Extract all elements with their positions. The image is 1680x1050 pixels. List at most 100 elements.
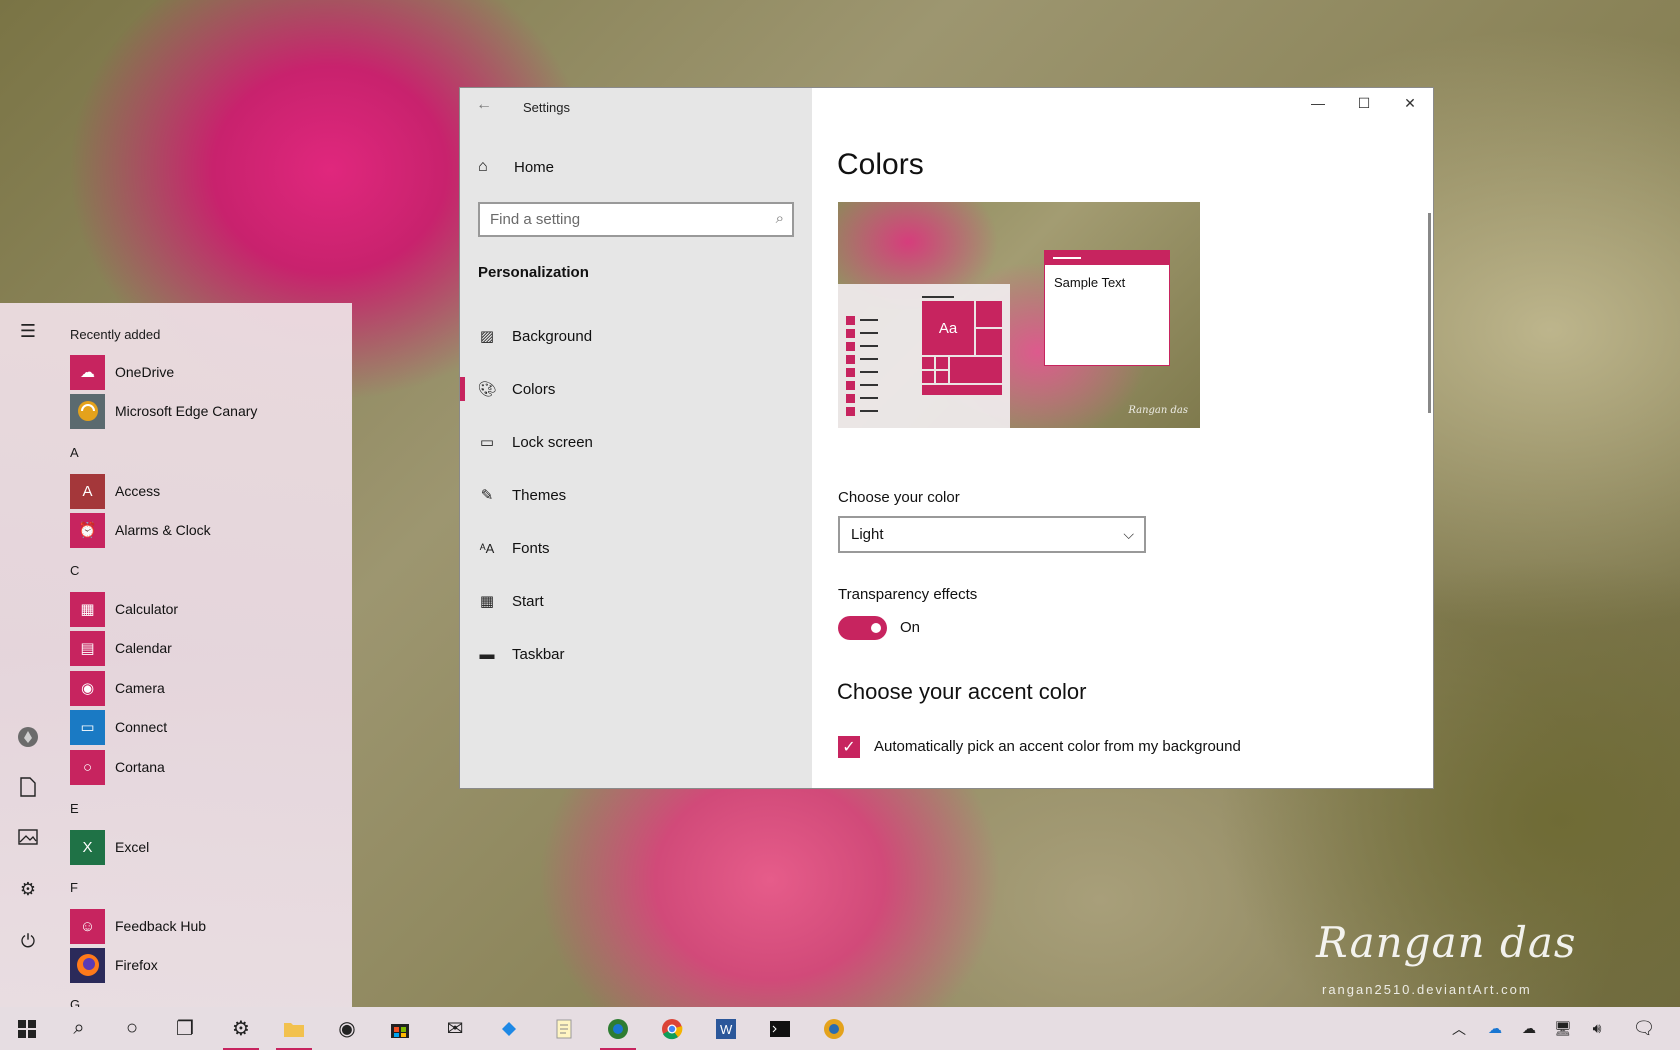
nav-item-label: Background <box>512 327 593 345</box>
user-avatar-icon[interactable] <box>16 725 40 749</box>
app-calculator[interactable]: ▦ Calculator <box>70 591 340 627</box>
action-center-icon[interactable]: 🗨︎ <box>1627 1007 1661 1050</box>
app-alarms-clock[interactable]: ⏰ Alarms & Clock <box>70 512 340 548</box>
preview-sample-text: Sample Text <box>1054 275 1126 290</box>
edge-canary-icon[interactable] <box>810 1007 858 1050</box>
fonts-icon: ᴬA <box>479 540 495 556</box>
settings-nav-pane: ← Settings ⌂ Home ⌕ Personalization ▨ Ba… <box>460 88 812 788</box>
store-icon[interactable] <box>376 1007 424 1050</box>
nav-item-label: Lock screen <box>512 433 593 451</box>
scrollbar[interactable] <box>1428 213 1431 413</box>
excel-icon: X <box>70 829 105 865</box>
app-name: Firefox <box>115 957 158 973</box>
edge-dev-icon[interactable] <box>594 1007 642 1050</box>
app-name: Access <box>115 483 161 499</box>
pictures-icon[interactable] <box>16 825 40 849</box>
maximize-button[interactable]: ☐ <box>1341 88 1387 118</box>
app-firefox[interactable]: Firefox <box>70 947 340 983</box>
cortana-circle-icon[interactable]: ○ <box>108 1007 156 1050</box>
app-name: Microsoft Edge Canary <box>115 403 258 419</box>
transparency-label: Transparency effects <box>838 586 978 603</box>
documents-icon[interactable] <box>16 775 40 799</box>
app-name: Excel <box>115 839 150 855</box>
app-edge-canary[interactable]: Microsoft Edge Canary <box>70 393 340 429</box>
settings-icon[interactable]: ⚙ <box>16 877 40 901</box>
settings-icon[interactable]: ⚙ <box>217 1007 265 1050</box>
terminal-icon[interactable] <box>756 1007 804 1050</box>
task-view-icon[interactable]: ❐ <box>161 1007 209 1050</box>
minimize-button[interactable]: — <box>1295 88 1341 118</box>
nav-item-colors[interactable]: 🎨︎ Colors <box>460 369 812 409</box>
onedrive-blue-icon[interactable]: ☁ <box>1478 1007 1512 1050</box>
app-cortana[interactable]: ○ Cortana <box>70 749 340 785</box>
toggle-state-label: On <box>900 619 921 636</box>
word-icon[interactable]: W <box>702 1007 750 1050</box>
nav-item-fonts[interactable]: ᴬA Fonts <box>460 528 812 568</box>
app-connect[interactable]: ▭ Connect <box>70 709 340 745</box>
group-header-g: G <box>70 997 81 1007</box>
feedback-hub-icon: ☺ <box>70 908 105 944</box>
preview-start-menu: Aa <box>838 284 1010 428</box>
hamburger-icon[interactable]: ☰ <box>16 319 40 343</box>
app-onedrive[interactable]: ☁ OneDrive <box>70 354 340 390</box>
camera-icon[interactable]: ◉ <box>323 1007 371 1050</box>
app-access[interactable]: A Access <box>70 473 340 509</box>
transparency-toggle[interactable] <box>838 616 887 640</box>
nav-item-start[interactable]: ▦ Start <box>460 581 812 621</box>
preview-window: Sample Text <box>1044 250 1170 366</box>
calculator-icon: ▦ <box>70 591 105 627</box>
windows-start-icon[interactable] <box>3 1007 51 1050</box>
notepad-icon[interactable] <box>540 1007 588 1050</box>
section-title: Personalization <box>478 264 589 281</box>
app-name: Feedback Hub <box>115 918 207 934</box>
onedrive-icon: ☁ <box>70 354 105 390</box>
wallpaper-site: rangan2510.deviantArt.com <box>1322 982 1532 997</box>
auto-accent-label: Automatically pick an accent color from … <box>874 738 1241 755</box>
app-calendar[interactable]: ▤ Calendar <box>70 630 340 666</box>
window-title: Settings <box>523 100 570 115</box>
app-list: Recently added ☁ OneDrive Microsoft Edge… <box>70 303 350 1007</box>
nav-item-themes[interactable]: ✎ Themes <box>460 475 812 515</box>
accent-heading: Choose your accent color <box>837 679 1087 704</box>
app-name: Calculator <box>115 601 179 617</box>
choose-color-dropdown[interactable]: Light ⌵ <box>838 516 1146 553</box>
settings-content: — ☐ ✕ Colors Aa Sample Text Rangan das C… <box>812 88 1433 788</box>
preview-signature: Rangan das <box>1128 405 1188 416</box>
chevron-up-icon[interactable]: ︿ <box>1442 1007 1476 1050</box>
power-icon[interactable]: ⏻ <box>16 929 40 953</box>
nav-home[interactable]: ⌂ Home <box>478 158 554 176</box>
app-camera[interactable]: ◉ Camera <box>70 670 340 706</box>
file-explorer-icon[interactable] <box>270 1007 318 1050</box>
preview-tile-text: Aa <box>938 319 958 337</box>
app-name: OneDrive <box>115 364 175 380</box>
brush-icon: ✎ <box>480 487 494 504</box>
app-excel[interactable]: X Excel <box>70 829 340 865</box>
start-menu: ☰ ⚙ ⏻ Recently added ☁ OneDrive Microsof… <box>0 303 352 1007</box>
auto-accent-checkbox[interactable]: ✓ <box>838 736 860 758</box>
app-feedback-hub[interactable]: ☺ Feedback Hub <box>70 908 340 944</box>
setting-search-box[interactable]: ⌕ <box>478 202 794 237</box>
svg-text:W: W <box>720 1022 733 1037</box>
network-icon[interactable]: 🖥︎ <box>1546 1007 1580 1050</box>
search-icon[interactable]: ⌕ <box>776 210 784 227</box>
group-header-f: F <box>70 880 78 895</box>
edge-canary-icon <box>70 393 105 429</box>
chrome-icon[interactable] <box>648 1007 696 1050</box>
firefox-icon <box>70 947 105 983</box>
nav-item-lock-screen[interactable]: ▭ Lock screen <box>460 422 812 462</box>
search-input[interactable] <box>480 204 760 235</box>
visual-studio-icon[interactable] <box>485 1007 533 1050</box>
close-button[interactable]: ✕ <box>1387 88 1433 118</box>
taskbar: ⌕ ○ ❐ ⚙ ◉ ✉ W ︿ ☁ ☁ 🖥︎ 🔊︎ 🗨︎ <box>0 1007 1680 1050</box>
settings-window: ← Settings ⌂ Home ⌕ Personalization ▨ Ba… <box>459 87 1434 789</box>
calendar-icon: ▤ <box>70 630 105 666</box>
nav-item-background[interactable]: ▨ Background <box>460 316 812 356</box>
back-arrow-icon[interactable]: ← <box>476 96 492 114</box>
search-icon[interactable]: ⌕ <box>55 1007 103 1050</box>
nav-item-taskbar[interactable]: ▬ Taskbar <box>460 634 812 674</box>
onedrive-cloud-icon[interactable]: ☁ <box>1512 1007 1546 1050</box>
page-title: Colors <box>837 148 924 181</box>
mail-icon[interactable]: ✉ <box>431 1007 479 1050</box>
volume-icon[interactable]: 🔊︎ <box>1580 1007 1614 1050</box>
alarm-clock-icon: ⏰ <box>70 512 105 548</box>
